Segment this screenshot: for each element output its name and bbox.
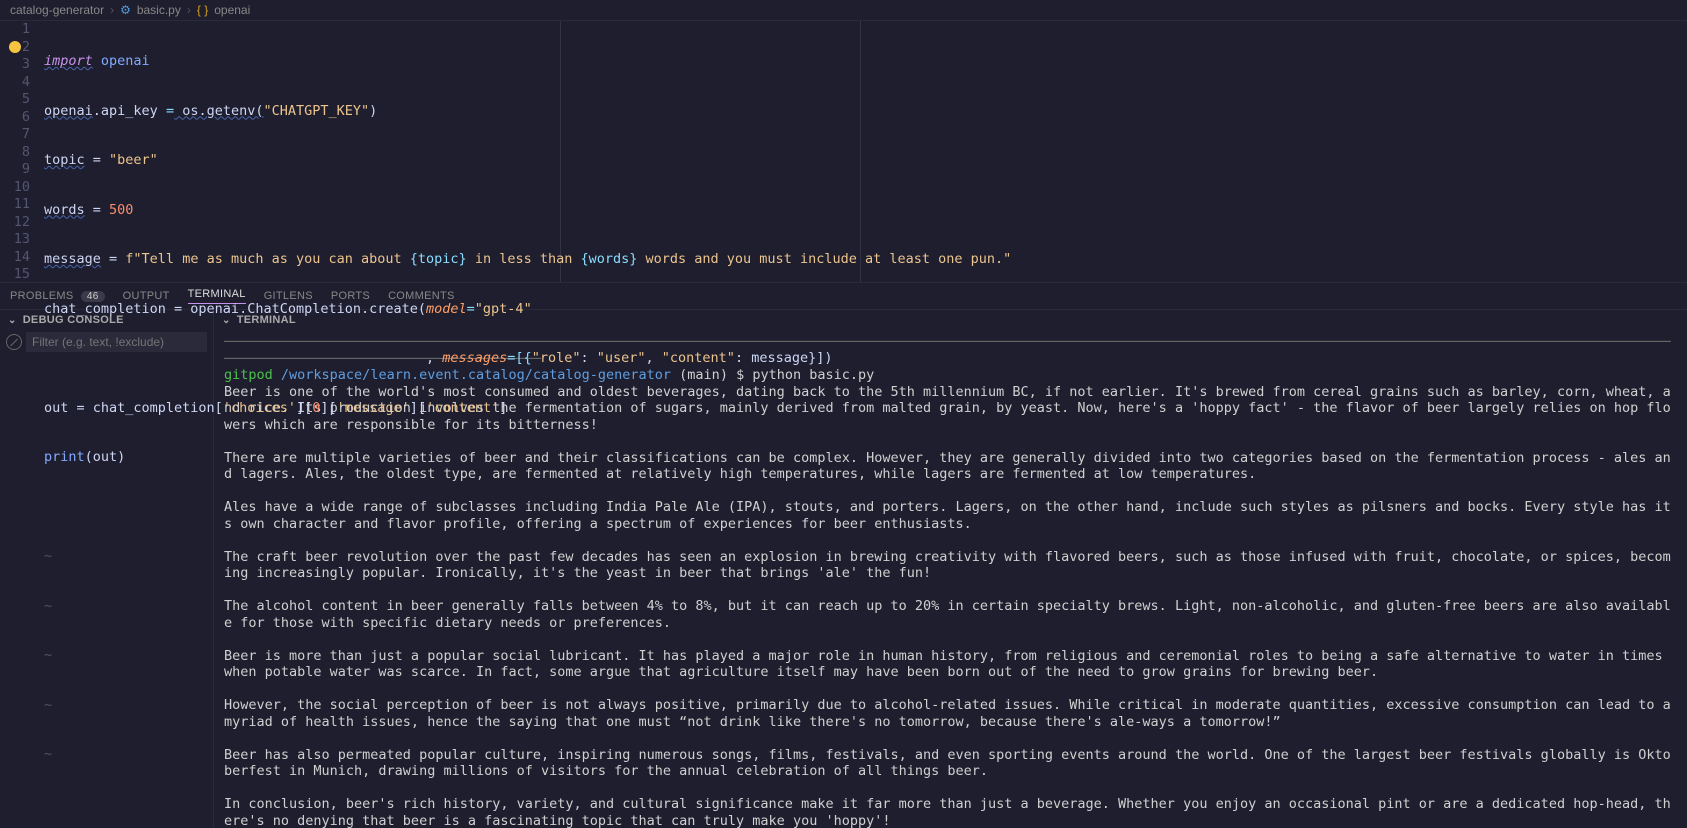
- code-token: "gpt-4": [475, 301, 532, 317]
- code-token: =: [85, 152, 109, 168]
- empty-line-tilde: ~: [44, 598, 52, 614]
- line-number-gutter[interactable]: 1 2 3 4 5 6 7 8 9 10 11 12 13 14 15: [0, 21, 44, 282]
- line-number[interactable]: 8: [0, 144, 30, 162]
- code-token: =: [467, 301, 475, 317]
- code-token: "role": [532, 350, 581, 366]
- code-token: "CHATGPT_KEY": [263, 103, 369, 119]
- chevron-right-icon: ›: [187, 3, 191, 17]
- breadcrumb[interactable]: catalog-generator › ⚙ basic.py › { } ope…: [0, 0, 1687, 20]
- code-token: {topic}: [410, 251, 467, 267]
- code-token: ][: [320, 400, 336, 416]
- symbol-icon: { }: [197, 3, 208, 17]
- code-token: 500: [109, 202, 133, 218]
- code-token: ][: [410, 400, 426, 416]
- code-token: f"Tell me as much as you can about: [125, 251, 409, 267]
- code-token: : message}]): [735, 350, 833, 366]
- code-token: out = chat_completion[: [44, 400, 223, 416]
- line-number[interactable]: 15: [0, 266, 30, 284]
- code-token: message: [44, 251, 101, 267]
- code-token: ): [369, 103, 377, 119]
- code-token: "beer": [109, 152, 158, 168]
- code-token: print: [44, 449, 85, 465]
- code-token: chat_completion = openai.ChatCompletion.…: [44, 301, 426, 317]
- code-token: "content": [662, 350, 735, 366]
- code-token: ]: [499, 400, 507, 416]
- code-token: openai: [44, 103, 93, 119]
- code-token: (out): [85, 449, 126, 465]
- code-token: =: [166, 103, 174, 119]
- chevron-right-icon: ›: [110, 3, 114, 17]
- code-token: =: [101, 251, 125, 267]
- code-token: 'message': [337, 400, 410, 416]
- python-file-icon: ⚙: [120, 3, 131, 17]
- code-token: words and you must include at least one …: [637, 251, 1011, 267]
- line-number[interactable]: 5: [0, 91, 30, 109]
- code-token: messages: [442, 350, 507, 366]
- code-area[interactable]: import openai openai.api_key = os.getenv…: [44, 21, 1687, 282]
- code-token: 'content': [426, 400, 499, 416]
- empty-line-tilde: ~: [44, 548, 52, 564]
- clear-console-icon[interactable]: [6, 334, 22, 350]
- code-token: import: [44, 53, 93, 69]
- code-token: words: [44, 202, 85, 218]
- breadcrumb-file[interactable]: basic.py: [137, 3, 181, 17]
- terminal-line: In conclusion, beer's rich history, vari…: [224, 796, 1671, 828]
- line-number[interactable]: 4: [0, 74, 30, 92]
- code-token: ,: [646, 350, 662, 366]
- chevron-down-icon: ⌄: [8, 315, 17, 326]
- code-token: topic: [44, 152, 85, 168]
- line-number[interactable]: 14: [0, 249, 30, 267]
- code-token: =[{: [507, 350, 531, 366]
- line-number[interactable]: 13: [0, 231, 30, 249]
- code-token: {words}: [580, 251, 637, 267]
- code-editor[interactable]: 1 2 3 4 5 6 7 8 9 10 11 12 13 14 15 impo…: [0, 20, 1687, 282]
- code-token: 'choices': [223, 400, 296, 416]
- line-number[interactable]: 9: [0, 161, 30, 179]
- code-token: openai: [101, 53, 150, 69]
- empty-line-tilde: ~: [44, 647, 52, 663]
- code-token: ,: [44, 350, 442, 366]
- line-number[interactable]: 6: [0, 109, 30, 127]
- breakpoint-icon[interactable]: [9, 41, 21, 53]
- breadcrumb-symbol[interactable]: openai: [214, 3, 250, 17]
- line-number[interactable]: 10: [0, 179, 30, 197]
- line-number[interactable]: 1: [0, 21, 30, 39]
- code-token: model: [426, 301, 467, 317]
- line-number[interactable]: 11: [0, 196, 30, 214]
- code-token: .api_key: [93, 103, 166, 119]
- empty-line-tilde: ~: [44, 697, 52, 713]
- empty-line-tilde: ~: [44, 746, 52, 762]
- line-number[interactable]: 12: [0, 214, 30, 232]
- code-token: ][: [296, 400, 312, 416]
- code-token: =: [85, 202, 109, 218]
- breadcrumb-folder[interactable]: catalog-generator: [10, 3, 104, 17]
- code-token: os.getenv(: [174, 103, 263, 119]
- line-number[interactable]: 3: [0, 56, 30, 74]
- code-token: "user": [597, 350, 646, 366]
- code-token: in less than: [467, 251, 581, 267]
- code-token: :: [580, 350, 596, 366]
- line-number[interactable]: 7: [0, 126, 30, 144]
